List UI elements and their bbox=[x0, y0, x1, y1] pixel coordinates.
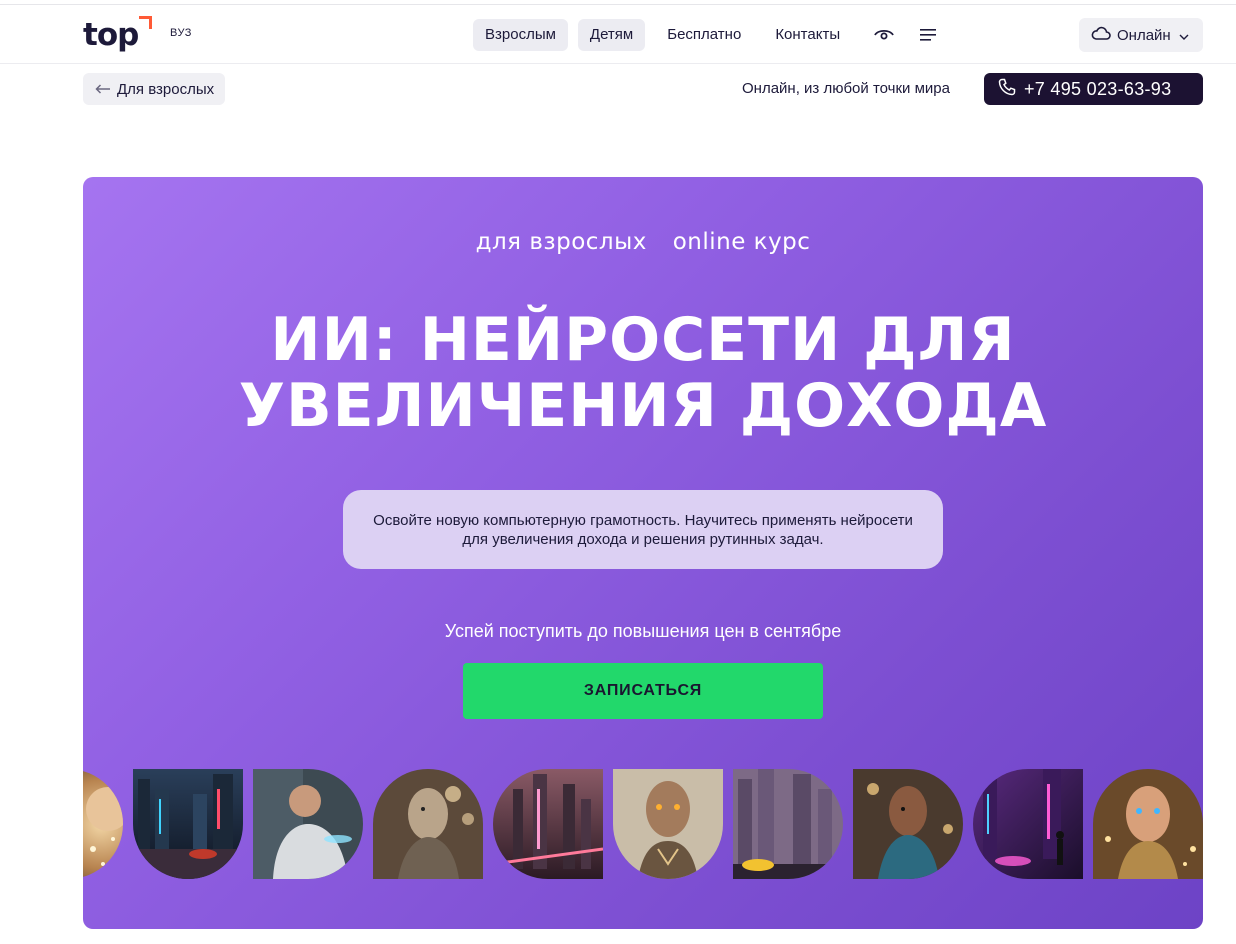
back-button-label: Для взрослых bbox=[117, 80, 215, 98]
eye-icon[interactable] bbox=[872, 23, 896, 47]
phone-button[interactable]: +7 495 023-63-93 bbox=[984, 73, 1203, 105]
phone-icon bbox=[998, 78, 1016, 101]
hero-description: Освойте новую компьютерную грамотность. … bbox=[343, 490, 943, 569]
nav-item-free[interactable]: Бесплатно bbox=[655, 19, 753, 51]
ai-image-neon-street bbox=[973, 769, 1083, 879]
tag-format: online курс bbox=[672, 229, 811, 255]
hero-deadline-note: Успей поступить до повышения цен в сентя… bbox=[444, 621, 842, 641]
ai-image-robot-woman-neon bbox=[853, 769, 963, 879]
ai-image-city-yellow-car bbox=[733, 769, 843, 879]
tag-audience: для взрослых bbox=[475, 229, 647, 255]
back-button[interactable]: Для взрослых bbox=[83, 73, 225, 105]
format-select[interactable]: Онлайн bbox=[1079, 18, 1203, 52]
ai-image-man-hologram bbox=[253, 769, 363, 879]
logo-corner-mark bbox=[139, 16, 153, 29]
ai-image-android-face bbox=[613, 769, 723, 879]
ai-image-strip bbox=[83, 769, 1203, 879]
main-nav: Взрослым Детям Бесплатно Контакты bbox=[473, 19, 950, 51]
ai-image-woman-glow bbox=[1093, 769, 1203, 879]
phone-number: +7 495 023-63-93 bbox=[1024, 78, 1172, 99]
ai-image-robot-woman bbox=[373, 769, 483, 879]
ai-image-portrait-sparkle-partial bbox=[83, 769, 123, 879]
nav-item-adults[interactable]: Взрослым bbox=[473, 19, 568, 51]
logo-text: top bbox=[83, 17, 139, 53]
ai-image-cyber-city bbox=[493, 769, 603, 879]
menu-icon[interactable] bbox=[916, 23, 940, 47]
hero-title-line-2: УВЕЛИЧЕНИЯ ДОХОДА bbox=[238, 371, 1048, 441]
online-note: Онлайн, из любой точки мира bbox=[742, 80, 950, 97]
nav-item-contacts[interactable]: Контакты bbox=[763, 19, 852, 51]
cloud-icon bbox=[1091, 26, 1111, 44]
ai-image-city-night bbox=[133, 769, 243, 879]
site-header: top ВУЗ Взрослым Детям Бесплатно Контакт… bbox=[0, 6, 1236, 64]
logo-subtitle: ВУЗ bbox=[170, 27, 192, 39]
arrow-left-icon bbox=[95, 81, 111, 98]
top-divider bbox=[0, 4, 1236, 5]
nav-item-kids[interactable]: Детям bbox=[577, 19, 646, 51]
hero-title: ИИ: НЕЙРОСЕТИ ДЛЯ УВЕЛИЧЕНИЯ ДОХОДА bbox=[83, 307, 1203, 439]
enroll-button[interactable]: ЗАПИСАТЬСЯ bbox=[463, 663, 823, 719]
logo[interactable]: top ВУЗ bbox=[83, 16, 191, 56]
chevron-down-icon bbox=[1179, 27, 1189, 44]
format-select-label: Онлайн bbox=[1117, 26, 1171, 44]
hero-title-line-1: ИИ: НЕЙРОСЕТИ ДЛЯ bbox=[270, 305, 1016, 375]
hero-banner: для взрослых online курс ИИ: НЕЙРОСЕТИ Д… bbox=[83, 177, 1203, 929]
hero-tags: для взрослых online курс bbox=[83, 229, 1203, 255]
